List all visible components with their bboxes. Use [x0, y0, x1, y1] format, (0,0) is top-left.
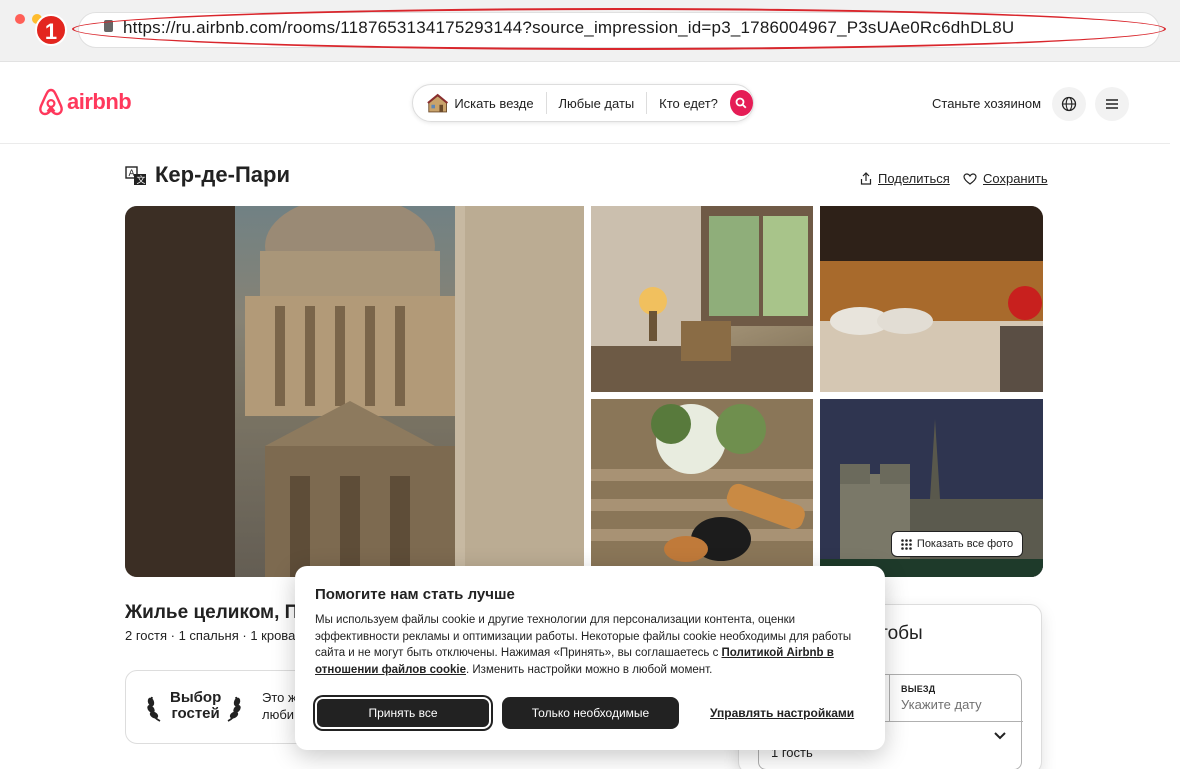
save-label: Сохранить	[983, 171, 1048, 186]
photo-bedroom[interactable]	[820, 206, 1043, 392]
listing-details: 2 гостя · 1 спальня · 1 кроват	[125, 628, 301, 643]
photo-living-room[interactable]	[591, 206, 813, 392]
cookie-body-tail: . Изменить настройки можно в любой момен…	[466, 663, 713, 676]
laurel-left-icon	[147, 696, 161, 722]
pantheon-illustration	[125, 206, 584, 577]
breakfast-illustration	[591, 399, 813, 577]
checkout-label[interactable]: ВЫЕЗД	[901, 684, 935, 694]
house-icon	[427, 93, 449, 113]
laurel-right-icon	[227, 696, 241, 722]
url-highlight-annotation	[72, 8, 1166, 50]
browser-toolbar: https://ru.airbnb.com/rooms/118765313417…	[0, 0, 1180, 62]
share-label: Поделиться	[878, 171, 950, 186]
language-button[interactable]	[1052, 87, 1086, 121]
checkout-date-input[interactable]: Укажите дату	[901, 697, 982, 712]
search-who[interactable]: Кто едет?	[659, 96, 718, 111]
listing-title: Кер-де-Пари	[155, 162, 290, 187]
step-number-badge: 1	[35, 14, 67, 46]
chevron-down-icon[interactable]	[993, 731, 1007, 741]
grid-dots-icon	[901, 538, 912, 550]
guest-favorite-description: Это ж люби	[262, 689, 297, 723]
cookie-dialog-body: Мы используем файлы cookie и другие техн…	[315, 612, 860, 678]
hamburger-menu-icon	[1106, 99, 1118, 109]
photo-breakfast-table[interactable]	[591, 399, 813, 577]
airbnb-logo[interactable]: airbnb	[38, 88, 132, 116]
translate-icon[interactable]: A 文	[125, 166, 147, 186]
save-button[interactable]: Сохранить	[963, 171, 1048, 186]
accept-all-button[interactable]: Принять все	[315, 697, 491, 729]
search-any-dates[interactable]: Любые даты	[559, 96, 635, 111]
search-button[interactable]	[729, 90, 753, 116]
share-icon	[860, 172, 872, 185]
close-window-dot[interactable]	[15, 14, 25, 24]
show-all-photos-label: Показать все фото	[916, 538, 1014, 550]
search-bar[interactable]: Искать везде Любые даты Кто едет?	[412, 84, 754, 122]
photo-main-pantheon[interactable]	[125, 206, 584, 577]
listing-subtitle: Жилье целиком, Па	[125, 602, 305, 623]
heart-icon	[963, 172, 977, 185]
cookie-consent-dialog: Помогите нам стать лучше Мы используем ф…	[295, 566, 885, 750]
search-divider	[646, 92, 648, 114]
only-necessary-button[interactable]: Только необходимые	[502, 697, 679, 729]
guest-favorite-line1: Выбор	[170, 689, 222, 706]
manage-settings-link[interactable]: Управлять настройками	[710, 706, 854, 720]
globe-icon	[1061, 96, 1077, 112]
search-anywhere[interactable]: Искать везде	[454, 96, 533, 111]
search-divider	[545, 92, 547, 114]
guest-favorite-desc-line2: люби	[262, 707, 295, 722]
date-divider	[889, 675, 890, 721]
site-header: airbnb Искать везде Любые даты Кто едет?…	[0, 62, 1170, 144]
svg-text:文: 文	[137, 174, 146, 186]
airbnb-logo-icon	[39, 88, 63, 116]
logo-wordmark: airbnb	[67, 89, 132, 114]
bedroom-illustration	[820, 206, 1043, 392]
guest-favorite-desc-line1: Это ж	[262, 690, 297, 705]
listing-title-row: A 文 Кер-де-Пари Поделиться Сохранить	[125, 160, 1048, 194]
show-all-photos-button[interactable]: Показать все фото	[891, 531, 1023, 557]
menu-button[interactable]	[1095, 87, 1129, 121]
become-host-link[interactable]: Станьте хозяином	[932, 96, 1041, 111]
search-icon	[736, 97, 747, 109]
share-button[interactable]: Поделиться	[860, 171, 950, 186]
guest-favorite-line2: гостей	[171, 705, 220, 722]
cookie-dialog-title: Помогите нам стать лучше	[315, 586, 515, 603]
living-room-illustration	[591, 206, 813, 392]
guest-favorite-title: Выбор гостей	[170, 690, 221, 722]
